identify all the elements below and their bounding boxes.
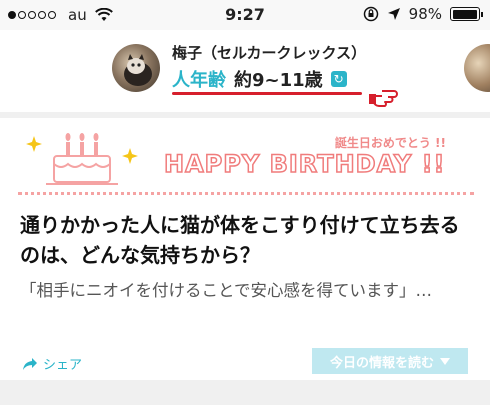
human-age-label: 人年齢	[172, 70, 226, 91]
orientation-lock-icon	[363, 6, 378, 22]
battery-fill	[452, 9, 477, 19]
pointing-hand-icon	[369, 90, 398, 107]
cat-photo-icon	[124, 54, 152, 86]
birthday-title: HAPPY BIRTHDAY !!	[163, 149, 446, 179]
article-title[interactable]: 通りかかった人に猫が体をこすり付けて立ち去るのは、どんな気持ちから？	[20, 210, 472, 270]
birthday-subtitle: 誕生日おめでとう !!	[334, 136, 446, 150]
status-right: 98%	[363, 5, 483, 23]
human-age-row: 人年齢 約9~11歳 ↻	[172, 66, 347, 92]
share-arrow-icon	[23, 357, 37, 370]
age-underline	[172, 92, 362, 95]
profile-header: 梅子（セルカークレックス） 人年齢 約9~11歳 ↻	[0, 30, 490, 112]
birthday-banner: 誕生日おめでとう !! HAPPY BIRTHDAY !!	[18, 124, 474, 198]
article-card[interactable]: 誕生日おめでとう !! HAPPY BIRTHDAY !! 通りかかった人に猫が…	[0, 118, 490, 380]
article-excerpt: 「相手にニオイを付けることで安心感を得ています」…	[20, 281, 433, 300]
refresh-icon[interactable]: ↻	[330, 71, 347, 87]
battery-icon	[450, 7, 483, 21]
status-bar: au 9:27 98%	[0, 0, 490, 30]
battery-percent: 98%	[408, 5, 442, 23]
read-today-button[interactable]: 今日の情報を読む	[312, 348, 468, 374]
location-arrow-icon	[387, 8, 400, 20]
cat-name: 梅子（セルカークレックス）	[172, 44, 367, 62]
feed-area: 誕生日おめでとう !! HAPPY BIRTHDAY !! 通りかかった人に猫が…	[0, 112, 490, 405]
share-label: シェア	[43, 358, 83, 373]
birthday-cake-icon	[26, 133, 138, 185]
banner-divider	[18, 192, 474, 195]
next-cat-avatar[interactable]	[464, 44, 490, 92]
human-age-value: 約9~11歳	[234, 70, 323, 91]
cat-avatar[interactable]	[112, 44, 160, 92]
caret-down-icon	[440, 357, 450, 365]
share-button[interactable]: シェア	[22, 354, 82, 373]
read-today-label: 今日の情報を読む	[329, 355, 434, 371]
